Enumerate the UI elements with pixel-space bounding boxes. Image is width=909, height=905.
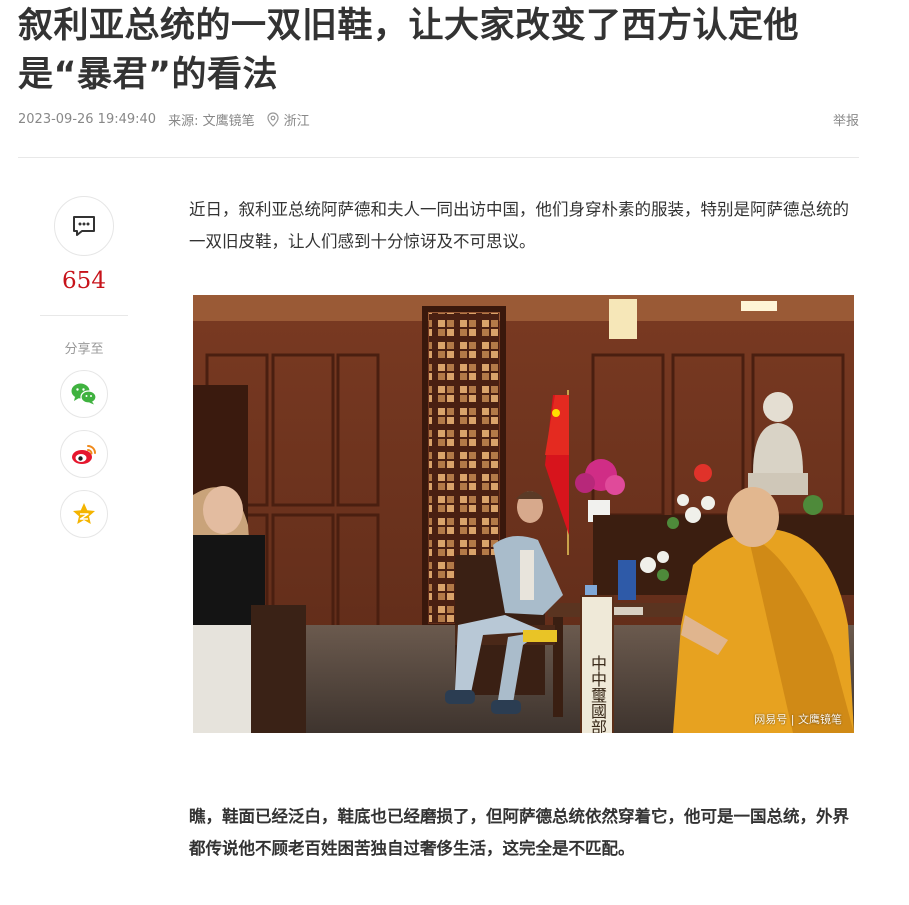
share-wechat-button[interactable] [60,370,108,418]
location-label: 浙江 [283,113,310,129]
add-favorite-button[interactable] [60,490,108,538]
article-source: 来源: 文鹰镜笔 [168,113,255,129]
meeting-photo [193,295,854,733]
comment-icon [73,216,95,236]
wechat-icon [71,383,97,405]
comment-count[interactable]: 654 [40,266,128,296]
article-paragraph-1: 近日，叙利亚总统阿萨德和夫人一同出访中国，他们身穿朴素的服装，特别是阿萨德总统的… [189,200,849,251]
article-photo: 中中璽國部霹靈 网易号 | 文鹰镜笔 [193,295,854,733]
favorite-star-icon [73,503,95,524]
share-weibo-button[interactable] [60,430,108,478]
share-rail: 654 分享至 [40,196,128,538]
article-meta: 2023-09-26 19:49:40 来源: 文鹰镜笔 浙江 举报 [18,108,859,130]
calligraphy-scroll: 中中璽國部霹靈 [580,595,614,733]
article-paragraph-2: 瞧，鞋面已经泛白，鞋底也已经磨损了，但阿萨德总统依然穿着它，他可是一国总统，外界… [189,807,849,858]
share-label: 分享至 [64,342,104,357]
photo-watermark: 网易号 | 文鹰镜笔 [754,713,842,726]
publish-datetime: 2023-09-26 19:49:40 [18,111,157,127]
location-pin-icon [266,111,279,127]
weibo-icon [72,445,96,464]
rail-divider [40,315,128,316]
report-link[interactable]: 举报 [833,110,859,129]
header-divider [18,157,859,158]
article-title: 叙利亚总统的一双旧鞋，让大家改变了西方认定他是“暴君”的看法 [18,6,800,95]
comment-button[interactable] [54,196,114,256]
article-location: 浙江 [266,110,322,129]
